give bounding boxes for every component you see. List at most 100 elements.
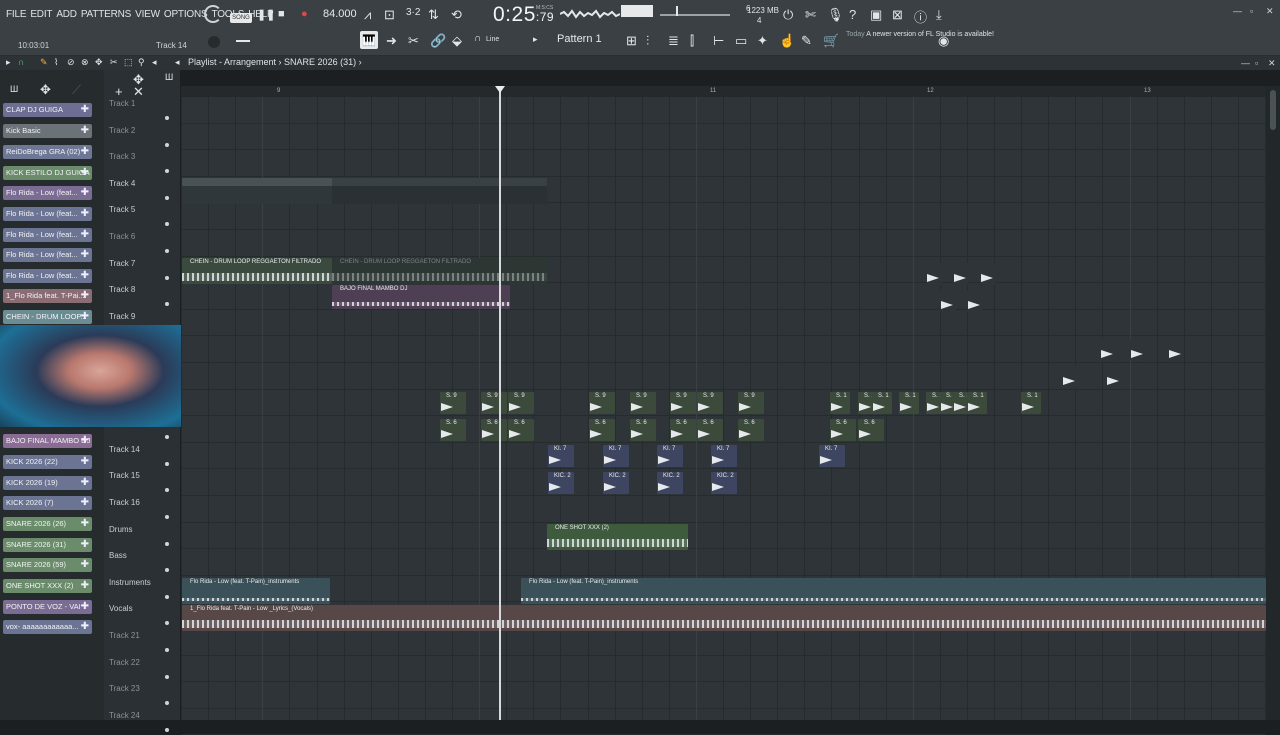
track-name[interactable]: Track 2: [109, 126, 135, 135]
vertical-scrollbar[interactable]: [1266, 86, 1280, 720]
master-pitch-slider[interactable]: [676, 6, 678, 16]
menu-view[interactable]: VIEW: [135, 9, 160, 20]
stamp-icon[interactable]: ⬙: [452, 33, 462, 49]
knob-icon[interactable]: [208, 36, 220, 48]
drum-clip[interactable]: S. 9: [440, 392, 466, 414]
picker-item[interactable]: BAJO FINAL MAMBO DJ ✚: [3, 434, 92, 448]
minimize-icon[interactable]: —: [1233, 6, 1242, 16]
track-mute-dot[interactable]: [165, 727, 169, 732]
drum-clip[interactable]: KI. 7: [548, 445, 574, 467]
cut-icon[interactable]: ✂: [408, 33, 419, 49]
wait-input-icon[interactable]: ⊡: [384, 7, 395, 23]
mute-icon[interactable]: ⊗: [81, 57, 89, 68]
drum-clip[interactable]: KI. 7: [711, 445, 737, 467]
drum-clip[interactable]: [953, 263, 969, 285]
drum-clip[interactable]: KI. 7: [819, 445, 845, 467]
picker-item[interactable]: SNARE 2026 (26) ✚: [3, 517, 92, 531]
drum-clip[interactable]: S. 9: [508, 392, 534, 414]
drum-clip[interactable]: S. 9: [697, 392, 723, 414]
news-panel[interactable]: Today A newer version of FL Studio is av…: [846, 30, 994, 40]
link-icon[interactable]: 🔗: [430, 33, 446, 49]
drum-clip[interactable]: [980, 263, 996, 285]
arrow-right-icon[interactable]: ➜: [386, 33, 397, 49]
drum-clip[interactable]: S. 6: [738, 419, 764, 441]
maximize-icon[interactable]: ▫: [1250, 6, 1253, 16]
drum-clip[interactable]: KIC. 2: [657, 472, 683, 494]
track-mute-dot[interactable]: [165, 142, 169, 147]
track-name[interactable]: Track 6: [109, 232, 135, 241]
drum-clip[interactable]: [926, 263, 942, 285]
add-icon[interactable]: ✚: [81, 620, 89, 634]
drum-clip[interactable]: KI. 7: [603, 445, 629, 467]
track-mute-dot[interactable]: [165, 515, 169, 519]
hint-icon[interactable]: [204, 5, 222, 23]
drum-clip[interactable]: S. 1: [899, 392, 919, 414]
browser-icon[interactable]: ⊢: [713, 33, 724, 49]
track-mute-dot[interactable]: [165, 594, 169, 599]
drum-clip[interactable]: S. 9: [589, 392, 615, 414]
piano-roll-icon[interactable]: 🎹: [360, 31, 378, 49]
drum-clip[interactable]: [1130, 339, 1146, 361]
track-name[interactable]: Track 16: [109, 498, 140, 507]
playlist-maximize-icon[interactable]: ▫: [1255, 58, 1258, 68]
audio-clip-oneshot[interactable]: ONE SHOT XXX (2): [547, 524, 688, 550]
track-name[interactable]: Drums: [109, 525, 133, 534]
touch-keyboard-icon[interactable]: ☝: [779, 33, 795, 49]
add-icon[interactable]: ✚: [81, 269, 89, 283]
snap-slider[interactable]: [236, 40, 250, 42]
tempo-display[interactable]: 84.000: [323, 8, 357, 20]
song-mode-toggle[interactable]: SONG: [230, 13, 252, 23]
drum-clip[interactable]: S. 6: [830, 419, 856, 441]
globe-icon[interactable]: ◉: [938, 33, 949, 49]
drum-clip[interactable]: S. 6: [858, 419, 884, 441]
menu-patterns[interactable]: PATTERNS: [81, 9, 131, 20]
track-mute-dot[interactable]: [165, 195, 169, 200]
add-icon[interactable]: ✚: [81, 124, 89, 138]
tempo-tapper-icon[interactable]: ✎: [801, 33, 812, 49]
add-icon[interactable]: ✚: [81, 579, 89, 593]
add-icon[interactable]: ✚: [81, 600, 89, 614]
zoom-icon[interactable]: ⚲: [138, 57, 145, 68]
drum-clip[interactable]: [1062, 366, 1078, 388]
add-icon[interactable]: ✚: [81, 166, 89, 180]
channel-rack-icon[interactable]: ⫶: [646, 33, 649, 49]
add-icon[interactable]: ✚: [81, 517, 89, 531]
drum-clip[interactable]: [940, 290, 956, 312]
cpu-icon[interactable]: ⏻: [783, 7, 793, 23]
back-arrow-icon[interactable]: ◂: [175, 57, 180, 68]
picker-item[interactable]: Flo Rida - Low (feat... ✚: [3, 186, 92, 200]
add-icon[interactable]: ✚: [81, 538, 89, 552]
drum-clip[interactable]: KIC. 2: [548, 472, 574, 494]
picker-item[interactable]: ReiDoBrega GRA (02) ✚: [3, 145, 92, 159]
add-icon[interactable]: ✚: [81, 207, 89, 221]
track-mute-dot[interactable]: [165, 116, 169, 120]
track-mute-dot[interactable]: [165, 674, 169, 679]
pause-icon[interactable]: ❚❚: [257, 8, 275, 21]
drum-clip[interactable]: [1168, 339, 1184, 361]
track-name[interactable]: Track 4: [109, 179, 135, 188]
drum-clip[interactable]: S. 1: [830, 392, 850, 414]
close-icon[interactable]: ✕: [1266, 6, 1274, 17]
master-volume-slider[interactable]: [660, 14, 730, 16]
picker-item[interactable]: Flo Rida - Low (feat... ✚: [3, 228, 92, 242]
playback-icon[interactable]: ◂: [152, 57, 157, 68]
track-name[interactable]: Bass: [109, 551, 127, 560]
picker-pen-icon[interactable]: ⟋: [72, 82, 81, 98]
audio-clip-instruments-2[interactable]: Flo Rida - Low (feat. T-Pain)_instrument…: [521, 578, 1266, 604]
track-name[interactable]: Track 14: [109, 445, 140, 454]
picker-item[interactable]: PONTO DE VOZ - VAI ✚: [3, 600, 92, 614]
drum-clip[interactable]: S. 1: [1021, 392, 1041, 414]
track-mute-dot[interactable]: [165, 541, 169, 546]
drum-clip[interactable]: S. 6: [630, 419, 656, 441]
brush-icon[interactable]: ⌇: [54, 57, 58, 68]
track-name[interactable]: Track 23: [109, 684, 140, 693]
step-edit-icon[interactable]: ⇅: [428, 7, 439, 23]
add-icon[interactable]: ✚: [81, 248, 89, 262]
drum-clip[interactable]: S. 6: [481, 419, 507, 441]
drum-clip[interactable]: S. 9: [670, 392, 696, 414]
shop-icon[interactable]: 🛒: [823, 33, 839, 49]
drum-clip[interactable]: [1106, 366, 1122, 388]
track-name[interactable]: Track 24: [109, 711, 140, 720]
add-track-icon[interactable]: +: [115, 84, 123, 99]
track-name[interactable]: Track 1: [109, 99, 135, 108]
